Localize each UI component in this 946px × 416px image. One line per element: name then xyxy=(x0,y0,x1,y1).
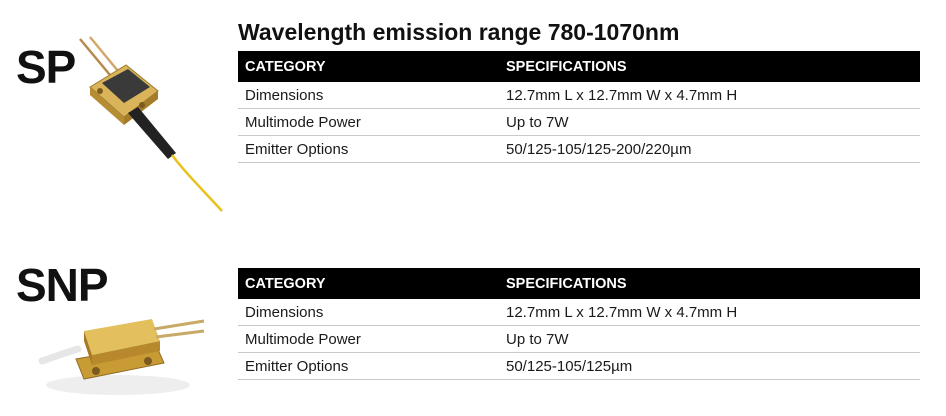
product-label-snp: SNP xyxy=(16,259,109,311)
sp-laser-module-image xyxy=(79,36,223,212)
table-row: Dimensions 12.7mm L x 12.7mm W x 4.7mm H xyxy=(238,82,920,109)
column-header-category: CATEGORY xyxy=(238,268,499,299)
row-spec: Up to 7W xyxy=(499,108,920,136)
table-header-row: CATEGORY SPECIFICATIONS xyxy=(238,51,920,82)
table-row: Dimensions 12.7mm L x 12.7mm W x 4.7mm H xyxy=(238,299,920,326)
column-header-specifications: SPECIFICATIONS xyxy=(499,268,920,299)
section-title: Wavelength emission range 780-1070nm xyxy=(238,19,680,45)
spec-table-sp: CATEGORY SPECIFICATIONS Dimensions 12.7m… xyxy=(238,51,920,163)
table-row: Multimode Power Up to 7W xyxy=(238,325,920,353)
row-category: Multimode Power xyxy=(238,108,499,136)
row-category: Emitter Options xyxy=(238,135,499,163)
column-header-specifications: SPECIFICATIONS xyxy=(499,51,920,82)
table-row: Emitter Options 50/125-105/125-200/220µm xyxy=(238,135,920,163)
row-category: Dimensions xyxy=(238,299,499,326)
column-header-category: CATEGORY xyxy=(238,51,499,82)
row-spec: 50/125-105/125µm xyxy=(499,352,920,380)
row-spec: 12.7mm L x 12.7mm W x 4.7mm H xyxy=(499,299,920,326)
table-row: Multimode Power Up to 7W xyxy=(238,108,920,136)
spec-table-snp: CATEGORY SPECIFICATIONS Dimensions 12.7m… xyxy=(238,268,920,380)
row-spec: 50/125-105/125-200/220µm xyxy=(499,135,920,163)
snp-laser-module-image xyxy=(38,319,205,395)
row-spec: Up to 7W xyxy=(499,325,920,353)
row-spec: 12.7mm L x 12.7mm W x 4.7mm H xyxy=(499,82,920,109)
table-header-row: CATEGORY SPECIFICATIONS xyxy=(238,268,920,299)
row-category: Emitter Options xyxy=(238,352,499,380)
table-row: Emitter Options 50/125-105/125µm xyxy=(238,352,920,380)
row-category: Multimode Power xyxy=(238,325,499,353)
row-category: Dimensions xyxy=(238,82,499,109)
